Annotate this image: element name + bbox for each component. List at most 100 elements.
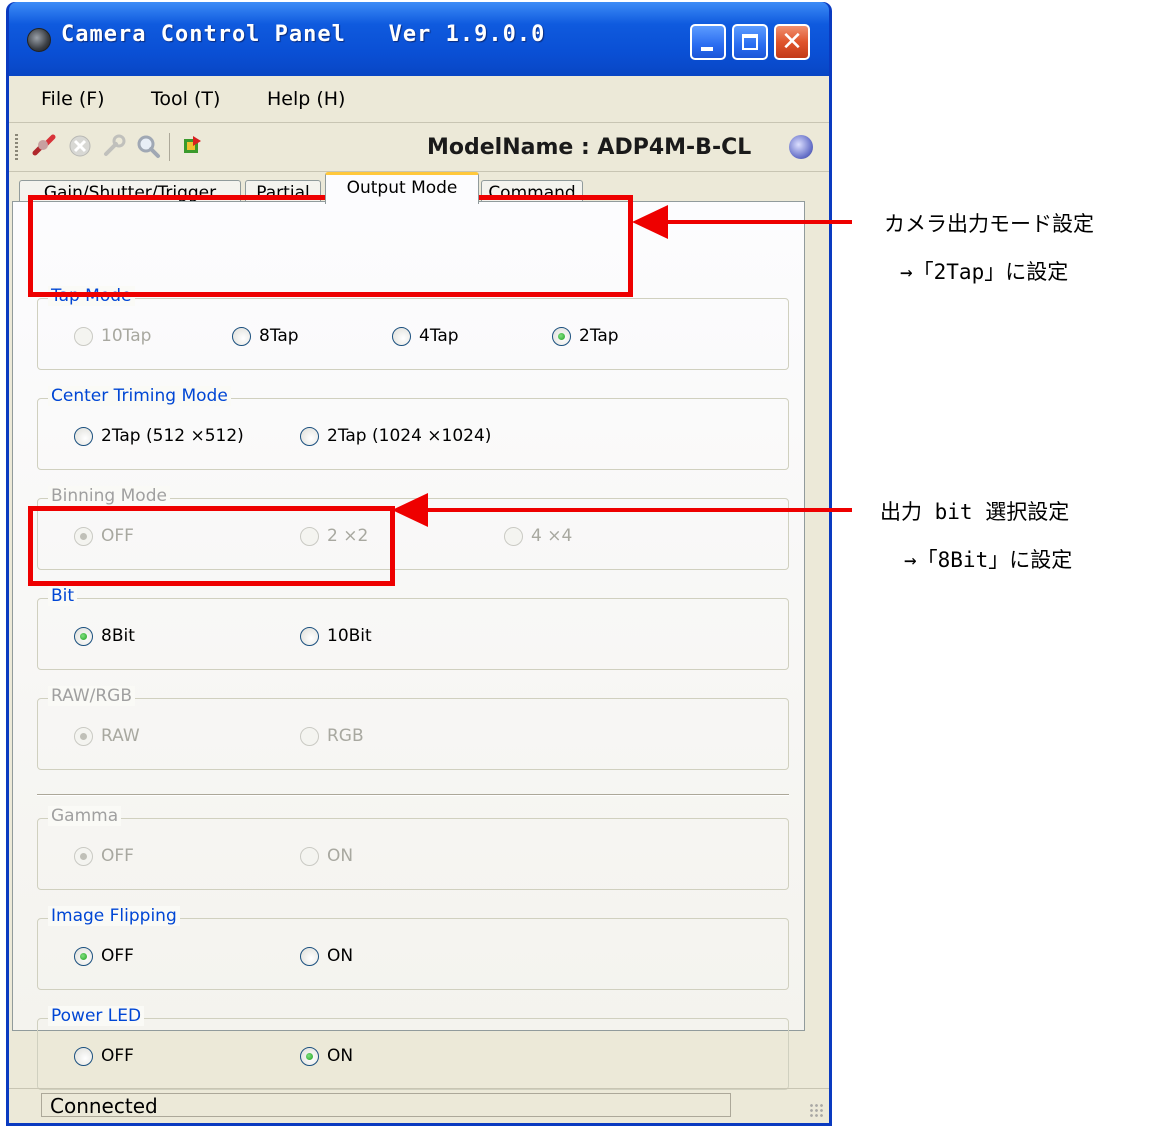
app-window: Camera Control Panel Ver 1.9.0.0 ✕ File …	[6, 2, 832, 1126]
resize-grip[interactable]	[809, 1103, 825, 1119]
power-led-group: Power LED OFF ON	[37, 1006, 789, 1090]
radio-label: RGB	[327, 726, 364, 746]
radio-2tap[interactable]: 2Tap	[552, 326, 619, 352]
radio-label: OFF	[101, 1046, 134, 1066]
group-title: RAW/RGB	[48, 686, 136, 706]
client-area: File (F) Tool (T) Help (H) ModelName: A…	[9, 76, 829, 1123]
radio-circle	[300, 426, 319, 446]
radio-label: ON	[327, 1046, 354, 1066]
radio-label: 10Bit	[327, 626, 372, 646]
radio-flip-on[interactable]: ON	[300, 946, 353, 972]
status-text: Connected	[41, 1093, 731, 1118]
radio-8tap[interactable]: 8Tap	[232, 326, 299, 352]
radio-label: 4 ×4	[531, 526, 573, 546]
radio-label: 2Tap (1024 ×1024)	[327, 426, 492, 446]
settings-icon[interactable]	[101, 133, 127, 159]
radio-binning-off: OFF	[74, 526, 134, 552]
radio-circle	[300, 846, 319, 866]
radio-raw: RAW	[74, 726, 140, 752]
radio-4tap[interactable]: 4Tap	[392, 326, 459, 352]
group-title: Power LED	[48, 1006, 145, 1026]
radio-label: 4Tap	[419, 326, 459, 346]
radio-10bit[interactable]: 10Bit	[300, 626, 372, 652]
radio-10tap: 10Tap	[74, 326, 151, 352]
annotation-tap-title: カメラ出力モード設定	[884, 212, 1094, 236]
radio-gamma-on: ON	[300, 846, 353, 872]
status-bar: Connected	[9, 1088, 829, 1123]
group-title: Image Flipping	[48, 906, 180, 926]
menu-bar: File (F) Tool (T) Help (H)	[9, 76, 829, 123]
radio-circle	[74, 1046, 93, 1066]
tab-output-mode[interactable]: Output Mode	[325, 172, 479, 204]
toolbar: ModelName : ADP4M-B-CL	[9, 123, 829, 172]
radio-8bit[interactable]: 8Bit	[74, 626, 135, 652]
info-icon[interactable]	[789, 135, 813, 159]
connect-icon[interactable]	[31, 133, 57, 159]
radio-circle	[300, 1046, 319, 1066]
radio-label: OFF	[101, 526, 134, 546]
image-flipping-group: Image Flipping OFF ON	[37, 906, 789, 990]
camera-icon	[27, 28, 51, 52]
group-title: Center Triming Mode	[48, 386, 231, 406]
radio-circle	[74, 426, 93, 446]
radio-gamma-off: OFF	[74, 846, 134, 872]
radio-flip-off[interactable]: OFF	[74, 946, 134, 972]
radio-circle	[300, 526, 319, 546]
radio-label: 2 ×2	[327, 526, 369, 546]
radio-label: 2Tap	[579, 326, 619, 346]
radio-binning-4x4: 4 ×4	[504, 526, 572, 552]
group-title: Tap Mode	[48, 286, 135, 306]
radio-label: ON	[327, 946, 354, 966]
radio-2tap-1024[interactable]: 2Tap (1024 ×1024)	[300, 426, 491, 452]
tab-strip: Gain/Shutter/Trigger Partial Output Mode…	[9, 172, 829, 206]
radio-circle	[552, 326, 571, 346]
radio-label: RAW	[101, 726, 140, 746]
radio-rgb: RGB	[300, 726, 364, 752]
section-separator	[37, 794, 789, 796]
arrow-head	[632, 205, 668, 239]
radio-label: ON	[327, 846, 354, 866]
menu-file[interactable]: File (F)	[41, 88, 105, 110]
menu-tool[interactable]: Tool (T)	[151, 88, 220, 110]
output-mode-panel: Tap Mode 10Tap 8Tap 4Tap 2Tap Center Tri…	[12, 201, 805, 1090]
group-title: Gamma	[48, 806, 122, 826]
menu-help[interactable]: Help (H)	[267, 88, 345, 110]
group-title: Binning Mode	[48, 486, 170, 506]
toolbar-separator	[169, 133, 170, 161]
maximize-button[interactable]	[732, 24, 768, 60]
radio-label: OFF	[101, 846, 134, 866]
model-name-label: ModelName : ADP4M-B-CL	[427, 135, 752, 160]
radio-label: 8Bit	[101, 626, 135, 646]
radio-binning-2x2: 2 ×2	[300, 526, 368, 552]
disconnect-icon[interactable]	[67, 133, 93, 159]
toolbar-grip[interactable]	[15, 134, 18, 160]
minimize-button[interactable]	[690, 24, 726, 60]
radio-circle	[74, 626, 93, 646]
annotation-tap-detail: →「2Tap」に設定	[900, 260, 1069, 284]
save-icon[interactable]	[179, 133, 205, 159]
radio-circle	[74, 846, 93, 866]
group-title: Bit	[48, 586, 78, 606]
title-bar[interactable]: Camera Control Panel Ver 1.9.0.0 ✕	[9, 2, 829, 76]
arrow-head	[392, 493, 428, 527]
radio-label: OFF	[101, 946, 134, 966]
bit-group: Bit 8Bit 10Bit	[37, 586, 789, 670]
close-button[interactable]: ✕	[774, 24, 810, 60]
gamma-group: Gamma OFF ON	[37, 806, 789, 890]
radio-led-on[interactable]: ON	[300, 1046, 353, 1072]
radio-circle	[74, 726, 93, 746]
radio-led-off[interactable]: OFF	[74, 1046, 134, 1072]
search-icon[interactable]	[135, 133, 161, 159]
tap-mode-group: Tap Mode 10Tap 8Tap 4Tap 2Tap	[37, 286, 789, 370]
radio-circle	[300, 946, 319, 966]
annotation-bit-detail: →「8Bit」に設定	[904, 548, 1073, 572]
radio-circle	[74, 946, 93, 966]
center-triming-mode-group: Center Triming Mode 2Tap (512 ×512) 2Tap…	[37, 386, 789, 470]
radio-circle	[74, 526, 93, 546]
radio-label: 2Tap (512 ×512)	[101, 426, 244, 446]
raw-rgb-group: RAW/RGB RAW RGB	[37, 686, 789, 770]
maximize-icon	[742, 34, 758, 50]
radio-2tap-512[interactable]: 2Tap (512 ×512)	[74, 426, 244, 452]
radio-circle	[74, 326, 93, 346]
radio-circle	[300, 726, 319, 746]
